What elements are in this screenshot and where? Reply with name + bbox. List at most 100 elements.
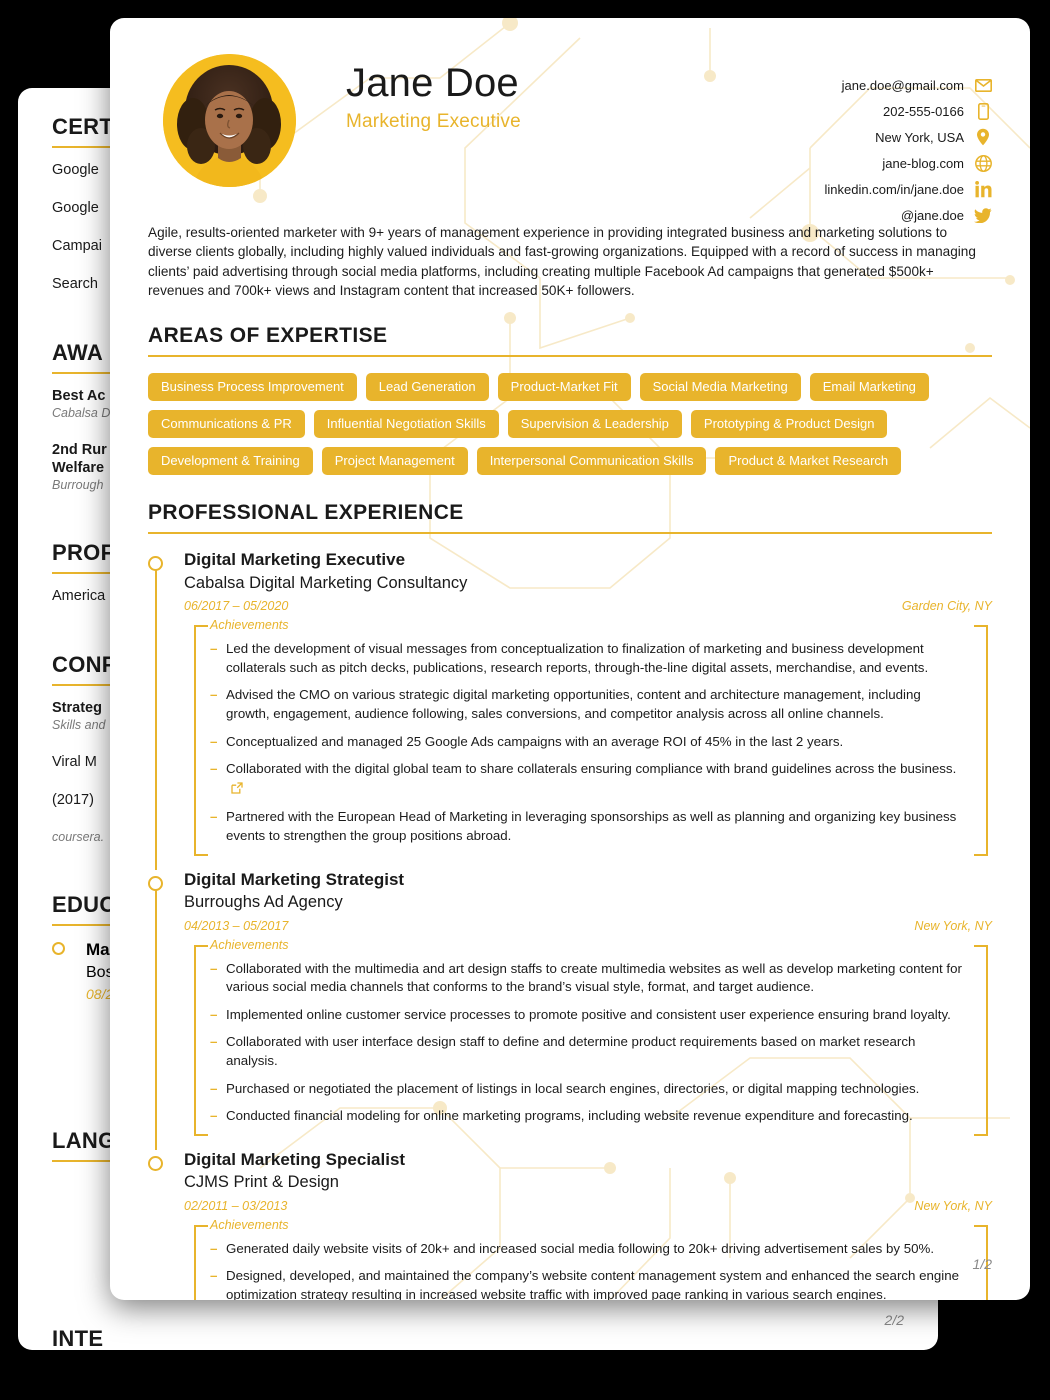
achievement-item: – Conceptualized and managed 25 Google Ad… [210,733,964,752]
dash-bullet-icon: – [210,1240,218,1256]
avatar [163,54,296,187]
achievement-text: Conceptualized and managed 25 Google Ads… [226,733,844,749]
achievement-text: Conducted financial modeling for online … [226,1108,913,1124]
achievement-text: Led the development of visual messages f… [226,641,929,675]
section-heading-experience: PROFESSIONAL EXPERIENCE [148,501,464,525]
expertise-tag[interactable]: Product & Market Research [715,447,902,476]
job-title-subtitle: Marketing Executive [346,111,521,133]
contact-item-twitter[interactable]: @jane.doe [901,204,992,226]
bracket-corner [974,843,988,856]
expertise-tag[interactable]: Prototyping & Product Design [690,410,888,439]
section-rule [148,532,992,535]
expertise-tag[interactable]: Supervision & Leadership [507,410,682,439]
dash-bullet-icon: – [210,1006,218,1022]
job-location: New York, NY [914,918,992,933]
contact-website-text: jane-blog.com [882,155,964,171]
expertise-tag[interactable]: Lead Generation [365,373,489,402]
bracket-corner [974,1225,988,1237]
achievements-box: Achievements – Generated daily website vi… [184,1218,992,1300]
bracket-edge [194,1237,196,1300]
external-link-icon[interactable] [231,781,243,800]
job-meta: 04/2013 – 05/2017 New York, NY [184,919,992,933]
achievements-box: Achievements – Collaborated with the mult… [184,937,992,1136]
dash-bullet-icon: – [210,809,218,825]
dash-bullet-icon: – [210,1268,218,1284]
achievement-item: – Collaborated with user interface design… [210,1033,964,1070]
expertise-tag-list: Business Process Improvement Lead Genera… [148,373,992,476]
job-meta: 02/2011 – 03/2013 New York, NY [184,1199,992,1213]
expertise-tag[interactable]: Business Process Improvement [148,373,357,402]
dash-bullet-icon: – [210,761,218,777]
page-number-back: 2/2 [884,1312,904,1328]
expertise-tag[interactable]: Communications & PR [148,410,305,439]
job-date-range: 04/2013 – 05/2017 [184,918,289,933]
dash-bullet-icon: – [210,733,218,749]
job-date-range: 06/2017 – 05/2020 [184,599,289,614]
expertise-tag[interactable]: Influential Negotiation Skills [313,410,499,439]
dash-bullet-icon: – [210,641,218,657]
achievement-list: – Generated daily website visits of 20k+ … [184,1233,992,1300]
headshot-photo-icon [163,54,296,187]
website-icon [974,154,992,172]
achievement-text: Generated daily website visits of 20k+ a… [226,1240,935,1256]
job-company: CJMS Print & Design [184,1173,339,1192]
job-title: Digital Marketing Strategist [184,869,405,889]
achievement-item: – Advised the CMO on various strategic di… [210,686,964,723]
timeline-line [154,568,157,870]
timeline-dot-icon [148,556,163,572]
expertise-tag[interactable]: Development & Training [148,447,313,476]
achievement-item: – Purchased or negotiated the placement o… [210,1080,964,1099]
job-company: Cabalsa Digital Marketing Consultancy [184,573,468,592]
phone-icon [974,102,992,120]
expertise-tag[interactable]: Project Management [321,447,468,476]
bracket-edge [986,956,988,1124]
expertise-tag[interactable]: Interpersonal Communication Skills [476,447,707,476]
contact-phone-text: 202-555-0166 [883,103,964,119]
bracket-corner [194,625,208,638]
achievement-item: – Led the development of visual messages … [210,640,964,677]
expertise-tag[interactable]: Social Media Marketing [639,373,801,402]
contact-list: jane.doe@gmail.com 202-555-0166 New York… [825,74,992,226]
achievement-text: Collaborated with the multimedia and art… [226,960,962,995]
job-meta: 06/2017 – 05/2020 Garden City, NY [184,599,992,613]
page-number-front: 1/2 [972,1256,992,1272]
email-icon [974,76,992,94]
contact-item-phone[interactable]: 202-555-0166 [883,100,992,122]
dash-bullet-icon: – [210,1080,218,1096]
bracket-corner [194,1123,208,1136]
contact-email-text: jane.doe@gmail.com [841,77,964,93]
back-section-heading-interests: INTE [52,1326,104,1350]
job-title: Digital Marketing Executive [184,550,406,570]
dash-bullet-icon: – [210,1108,218,1124]
timeline-dot-icon [52,942,65,955]
achievement-item: – Generated daily website visits of 20k+ … [210,1240,964,1259]
twitter-icon [974,206,992,224]
timeline-dot-icon [148,875,163,891]
experience-list: Digital Marketing Executive Cabalsa Digi… [148,550,992,1300]
job-date-range: 02/2011 – 03/2013 [184,1199,288,1213]
expertise-tag[interactable]: Product-Market Fit [497,373,631,402]
contact-item-linkedin[interactable]: linkedin.com/in/jane.doe [825,178,992,200]
bracket-edge [194,956,196,1124]
bracket-corner [194,1225,208,1237]
expertise-tag[interactable]: Email Marketing [809,373,929,402]
achievement-text: Advised the CMO on various strategic dig… [226,687,921,721]
achievement-text: Designed, developed, and maintained the … [226,1268,960,1300]
contact-item-website[interactable]: jane-blog.com [882,152,992,174]
achievement-text: Purchased or negotiated the placement of… [226,1080,920,1096]
achievement-item: – Partnered with the European Head of Mar… [210,808,964,845]
bracket-corner [974,944,988,957]
contact-item-location[interactable]: New York, USA [875,126,992,148]
achievement-text: Collaborated with the digital global tea… [226,761,957,777]
contact-twitter-text: @jane.doe [900,207,964,223]
section-heading-expertise: AREAS OF EXPERTISE [148,324,388,348]
name-block: Jane Doe Marketing Executive [346,48,521,133]
section-rule [148,355,992,358]
achievements-label: Achievements [210,937,289,952]
achievement-list: – Led the development of visual messages … [184,633,992,845]
page-title: Jane Doe [346,61,519,105]
contact-item-email[interactable]: jane.doe@gmail.com [842,74,992,96]
timeline-line [154,887,157,1150]
achievement-text: Implemented online customer service proc… [226,1006,951,1022]
job-location: Garden City, NY [901,599,992,614]
